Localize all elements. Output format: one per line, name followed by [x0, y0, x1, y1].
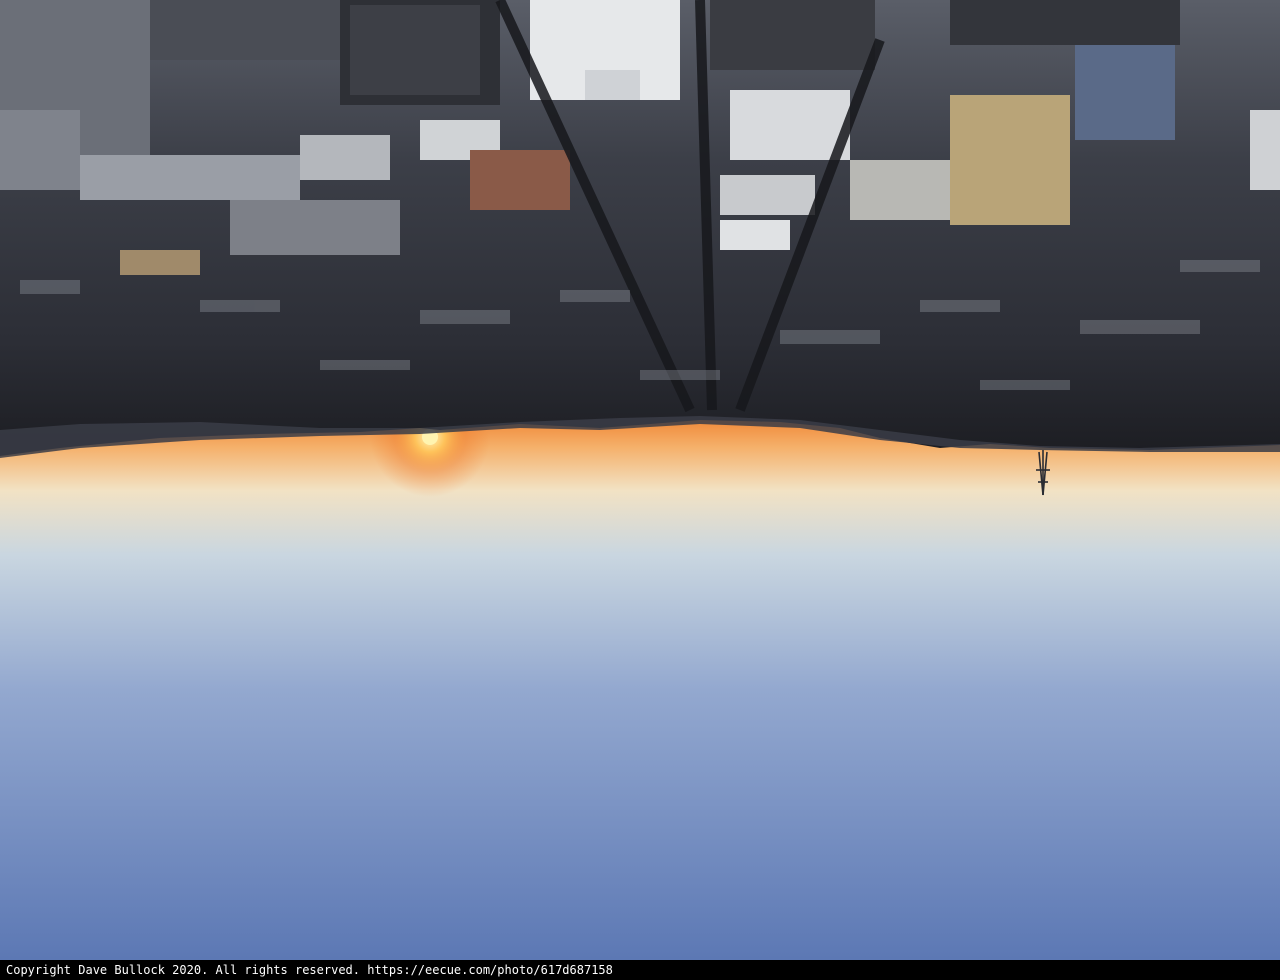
city-sunset-photo: [0, 0, 1280, 960]
copyright-bar: Copyright Dave Bullock 2020. All rights …: [0, 960, 1280, 980]
copyright-caption: Copyright Dave Bullock 2020. All rights …: [6, 963, 613, 977]
photo-frame: Copyright Dave Bullock 2020. All rights …: [0, 0, 1280, 980]
sky: [0, 420, 1280, 960]
